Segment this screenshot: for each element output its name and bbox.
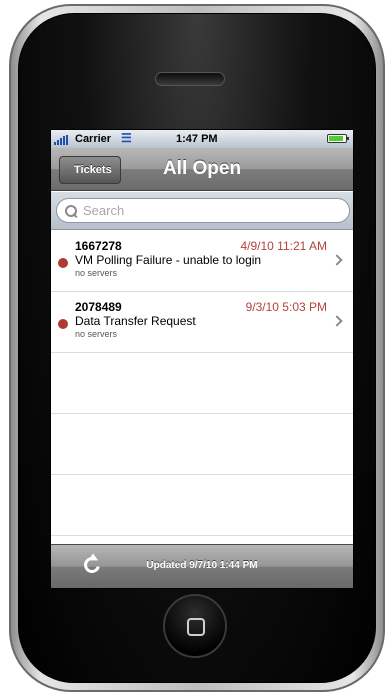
chevron-right-icon <box>331 254 343 266</box>
battery-level <box>329 136 344 141</box>
carrier-label: Carrier <box>75 133 112 145</box>
signal-icon <box>54 135 68 145</box>
status-time: 1:47 PM <box>176 133 218 145</box>
ticket-date: 4/9/10 11:21 AM <box>240 239 327 253</box>
earpiece-speaker <box>155 72 225 86</box>
ticket-row[interactable]: 2078489 9/3/10 5:03 PM Data Transfer Req… <box>51 292 353 353</box>
search-input[interactable]: Search <box>56 198 350 223</box>
last-updated-label: Updated 9/7/10 1:44 PM <box>146 560 258 571</box>
ticket-subtitle: no servers <box>75 329 118 339</box>
empty-row <box>51 414 353 475</box>
search-icon <box>65 204 77 217</box>
ticket-date: 9/3/10 5:03 PM <box>245 300 327 314</box>
ticket-id: 2078489 <box>75 300 122 314</box>
empty-row <box>51 475 353 536</box>
ticket-title: VM Polling Failure - unable to login <box>75 253 262 267</box>
ticket-id: 1667278 <box>75 239 122 253</box>
bottom-toolbar: Updated 9/7/10 1:44 PM <box>51 544 353 588</box>
wifi-icon: ☰ <box>121 131 132 145</box>
search-bar: Search <box>51 192 353 230</box>
chevron-right-icon <box>331 315 343 327</box>
ticket-title: Data Transfer Request <box>75 314 196 328</box>
battery-icon <box>327 134 349 143</box>
status-bar: Carrier ☰ 1:47 PM <box>51 130 353 148</box>
navigation-bar: Tickets All Open <box>51 148 353 191</box>
empty-row <box>51 353 353 414</box>
home-square-icon <box>187 618 205 636</box>
home-button[interactable] <box>163 594 227 658</box>
ticket-list: 1667278 4/9/10 11:21 AM VM Polling Failu… <box>51 231 353 536</box>
status-dot-icon <box>58 319 68 329</box>
search-placeholder: Search <box>83 203 125 218</box>
ticket-subtitle: no servers <box>75 268 118 278</box>
ticket-row[interactable]: 1667278 4/9/10 11:21 AM VM Polling Failu… <box>51 231 353 292</box>
status-dot-icon <box>58 258 68 268</box>
back-button-label: Tickets <box>74 164 112 176</box>
app-screen: Carrier ☰ 1:47 PM Tickets All Open Searc… <box>50 129 354 589</box>
